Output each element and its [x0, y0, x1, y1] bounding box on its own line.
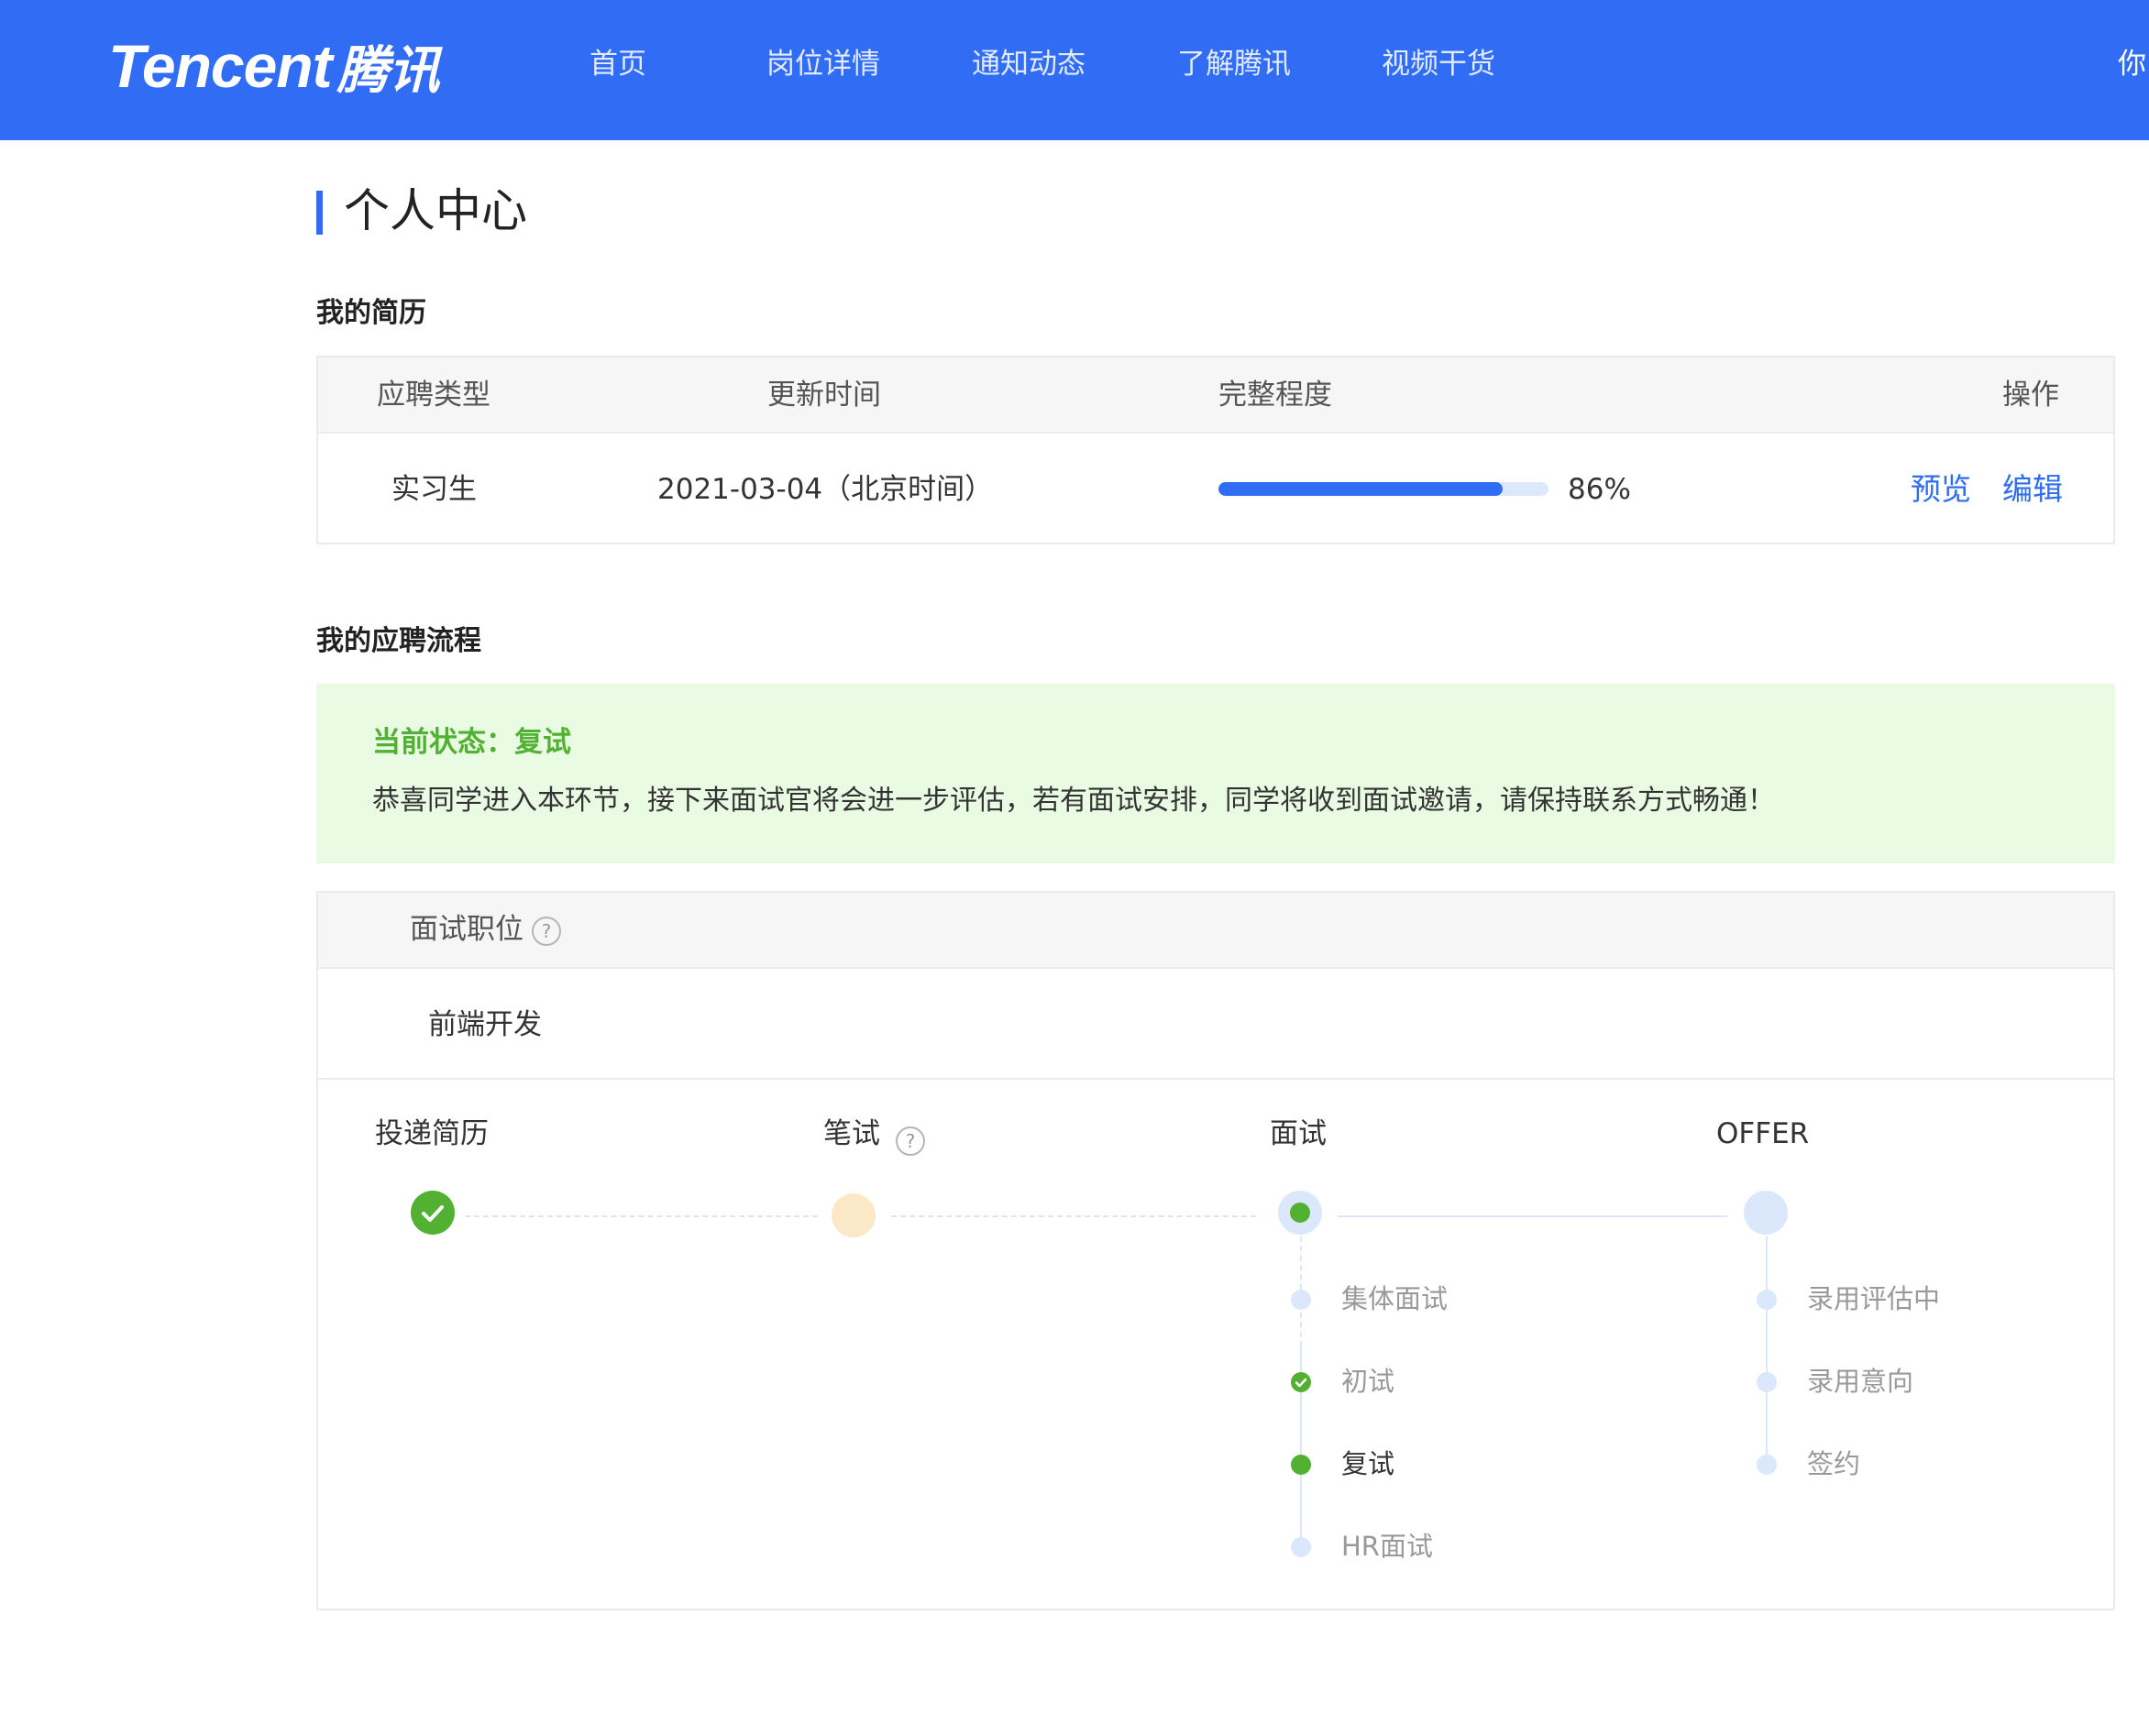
column-header-actions: 操作 — [2002, 379, 2059, 412]
completeness-progress-bar — [1218, 482, 1548, 496]
substep-node-second-interview — [1291, 1455, 1311, 1475]
current-status-banner: 当前状态：复试 恭喜同学进入本环节，接下来面试官将会进一步评估，若有面试安排，同… — [316, 684, 2115, 863]
nav-item-job-details[interactable]: 岗位详情 — [766, 42, 880, 86]
preview-resume-link[interactable]: 预览 — [1911, 470, 1971, 509]
current-status-message: 恭喜同学进入本环节，接下来面试官将会进一步评估，若有面试安排，同学将收到面试邀请… — [372, 785, 1775, 817]
process-section-title: 我的应聘流程 — [316, 625, 481, 657]
user-greeting[interactable]: 你 — [2118, 42, 2146, 86]
resume-table: 应聘类型 更新时间 完整程度 操作 实习生 2021-03-04（北京时间） 8… — [316, 356, 2115, 544]
substep-label-hr-interview: HR面试 — [1341, 1531, 1433, 1562]
substep-node-first-interview — [1291, 1372, 1311, 1392]
substep-node-hr-interview — [1291, 1537, 1311, 1557]
offer-substep-line — [1766, 1236, 1768, 1466]
substep-node-sign-contract — [1757, 1455, 1777, 1475]
top-navigation-bar: Tencent 腾讯 首页 岗位详情 通知动态 了解腾讯 视频干货 你 — [0, 0, 2149, 140]
step-label-submit-resume: 投递简历 — [375, 1117, 489, 1150]
substep-node-group-interview — [1291, 1290, 1311, 1310]
current-status-title: 当前状态：复试 — [372, 726, 571, 759]
step-label-interview: 面试 — [1270, 1117, 1327, 1150]
step-node-submit-resume — [411, 1191, 455, 1235]
column-header-completeness: 完整程度 — [1218, 379, 1332, 412]
column-header-updated: 更新时间 — [767, 379, 881, 412]
substep-node-offer-evaluation — [1757, 1290, 1777, 1310]
panel-divider — [318, 1078, 2113, 1080]
position-header-label: 面试职位 — [410, 913, 523, 946]
column-header-type: 应聘类型 — [377, 379, 490, 412]
substep-label-first-interview: 初试 — [1341, 1366, 1395, 1397]
logo-text-cn: 腾讯 — [336, 40, 440, 101]
resume-updated-time: 2021-03-04（北京时间） — [657, 473, 994, 506]
substep-node-offer-intent — [1757, 1372, 1777, 1392]
substep-label-offer-intent: 录用意向 — [1807, 1366, 1914, 1397]
position-header: 面试职位 ? — [318, 893, 2113, 969]
step-node-interview — [1278, 1191, 1322, 1235]
substep-label-group-interview: 集体面试 — [1341, 1283, 1449, 1314]
resume-section-title: 我的简历 — [316, 297, 426, 329]
position-help-icon[interactable]: ? — [532, 917, 561, 946]
step-node-offer — [1744, 1191, 1788, 1235]
page-title: 个人中心 — [344, 184, 527, 237]
position-value: 前端开发 — [428, 1008, 542, 1041]
interview-position-panel: 面试职位 ? 前端开发 投递简历 笔试 ? 面试 OFFER 集体面试 初试 复… — [316, 891, 2115, 1610]
tencent-logo[interactable]: Tencent 腾讯 — [108, 29, 440, 103]
check-icon — [422, 1205, 444, 1222]
connector-interview-to-offer — [1338, 1215, 1727, 1217]
completeness-percent: 86% — [1568, 473, 1631, 506]
step-label-written-exam: 笔试 — [823, 1117, 880, 1150]
nav-item-about-tencent[interactable]: 了解腾讯 — [1177, 42, 1291, 86]
step-node-written-exam — [832, 1193, 876, 1237]
connector-exam-to-interview — [891, 1215, 1256, 1217]
completeness-progress-fill — [1218, 482, 1503, 496]
connector-resume-to-exam — [465, 1215, 818, 1217]
substep-label-offer-evaluation: 录用评估中 — [1807, 1283, 1941, 1314]
step-label-offer: OFFER — [1716, 1117, 1810, 1150]
exam-help-icon[interactable]: ? — [896, 1126, 925, 1156]
nav-item-videos[interactable]: 视频干货 — [1382, 42, 1495, 86]
resume-table-header: 应聘类型 更新时间 完整程度 操作 — [318, 357, 2113, 434]
substep-label-second-interview: 复试 — [1341, 1448, 1395, 1479]
nav-item-home[interactable]: 首页 — [590, 42, 646, 86]
current-dot — [1290, 1203, 1310, 1223]
nav-item-notifications[interactable]: 通知动态 — [972, 42, 1086, 86]
substep-label-sign-contract: 签约 — [1807, 1448, 1861, 1479]
title-accent-bar — [316, 191, 323, 235]
resume-type: 实习生 — [391, 473, 477, 506]
logo-text-en: Tencent — [108, 32, 333, 100]
edit-resume-link[interactable]: 编辑 — [2002, 470, 2063, 509]
check-icon — [1295, 1378, 1307, 1388]
